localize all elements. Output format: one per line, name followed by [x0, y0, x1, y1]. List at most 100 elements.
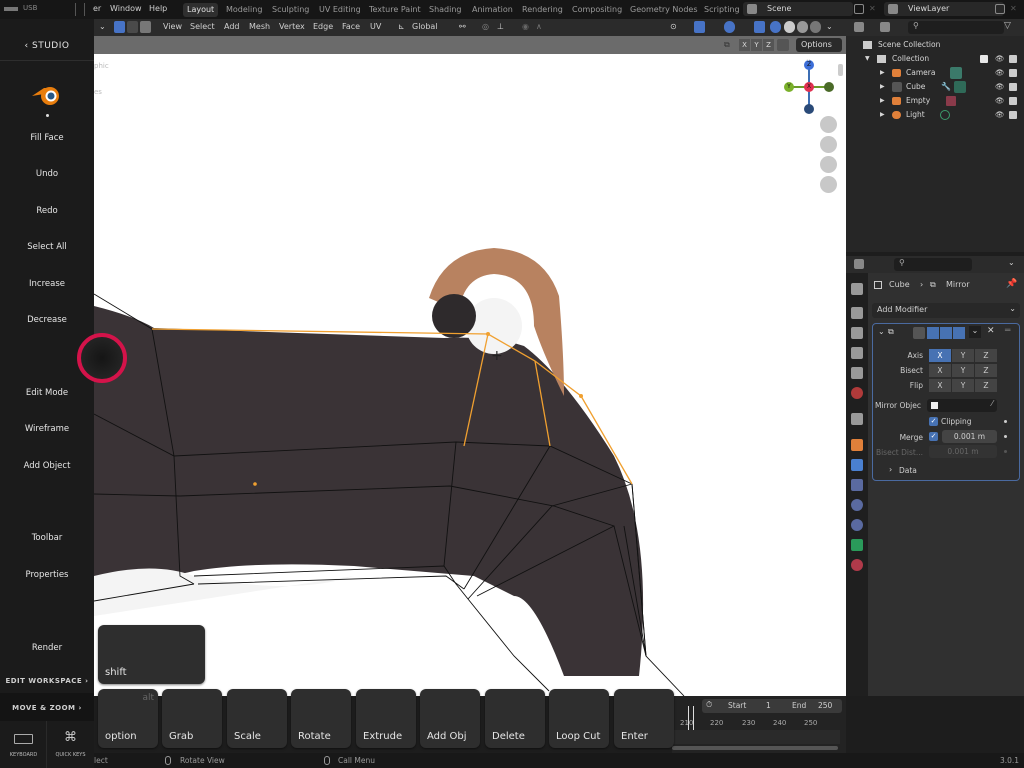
enter-key[interactable]: Enter [614, 689, 674, 748]
expand-arrow-icon[interactable]: ▼ [865, 52, 870, 66]
camera-render-icon[interactable] [1009, 69, 1017, 77]
bisect-y-toggle[interactable]: Y [952, 364, 974, 377]
add-modifier-dropdown[interactable]: Add Modifier ⌄ [872, 303, 1020, 318]
data-subpanel-label[interactable]: Data [899, 466, 917, 475]
delete-key[interactable]: Delete [485, 689, 545, 748]
camera-data-icon[interactable] [950, 67, 962, 79]
shift-key[interactable]: shift [98, 625, 205, 684]
light-data-icon[interactable] [940, 110, 950, 120]
menu-edit-partial[interactable]: er [93, 4, 101, 13]
scene-selector[interactable]: Scene [743, 2, 853, 16]
gizmo-neg-y[interactable] [824, 82, 834, 92]
transform-orientation-dropdown[interactable]: Global [412, 22, 438, 31]
scene-tab-icon[interactable] [851, 367, 863, 379]
eye-icon[interactable]: 👁 [995, 108, 1005, 122]
shading-options-chevron[interactable]: ⌄ [826, 22, 833, 31]
pivot-icon[interactable]: ⚯ [459, 22, 466, 31]
delete-scene-icon[interactable]: ✕ [869, 4, 876, 13]
eye-icon[interactable]: 👁 [995, 66, 1005, 80]
flip-z-toggle[interactable]: Z [975, 379, 997, 392]
viewport-scrollbar[interactable] [838, 64, 843, 76]
options-dropdown[interactable]: Options ⌄ [796, 38, 842, 63]
eye-icon[interactable]: 👁 [995, 80, 1005, 94]
merge-distance-input[interactable]: 0.001 m [942, 430, 997, 443]
tab-layout[interactable]: Layout [183, 3, 219, 17]
edit-mode-cage-toggle[interactable] [913, 327, 925, 339]
timeline[interactable]: ⏱ Start 1 End 250 210 220 230 240 250 [672, 696, 846, 753]
studio-decrease[interactable]: Decrease [0, 315, 94, 325]
modifier-menu-chevron[interactable]: ⌄ [969, 326, 981, 338]
axis-z-toggle[interactable]: Z [975, 349, 997, 362]
collapse-chevron-icon[interactable]: ⌄ [878, 327, 885, 336]
menu-window[interactable]: Window [110, 4, 142, 13]
eyedropper-icon[interactable]: ⁄ [992, 399, 993, 408]
data-tab-icon[interactable] [851, 539, 863, 551]
drag-handle-icon[interactable]: ═ [1005, 326, 1010, 336]
proportional-edit-icon[interactable]: ◉ [522, 22, 529, 31]
camera-render-icon[interactable] [1009, 111, 1017, 119]
material-shading[interactable] [797, 21, 808, 33]
outliner-search-input[interactable]: ⚲ [908, 21, 1004, 34]
studio-edit-mode[interactable]: Edit Mode [0, 388, 94, 398]
image-data-icon[interactable] [946, 96, 956, 106]
start-frame-input[interactable]: 1 [766, 701, 771, 710]
gizmo-x[interactable]: X [804, 82, 814, 92]
vertex-select-button[interactable] [114, 21, 125, 33]
menu-face[interactable]: Face [342, 22, 360, 31]
bisect-distance-input[interactable]: 0.001 m [929, 445, 997, 458]
menu-help[interactable]: Help [149, 4, 167, 13]
axis-x-toggle[interactable]: X [929, 349, 951, 362]
tab-compositing[interactable]: Compositing [568, 3, 626, 17]
gizmo-neg-z[interactable] [804, 104, 814, 114]
collection-row[interactable]: ▼ Collection 👁 [846, 52, 1024, 66]
zoom-icon[interactable] [820, 116, 837, 133]
editor-type-icon[interactable] [854, 22, 864, 32]
camera-render-icon[interactable] [1009, 83, 1017, 91]
tab-modeling[interactable]: Modeling [222, 3, 266, 17]
edge-select-button[interactable] [127, 21, 138, 33]
studio-add-object[interactable]: Add Object [0, 461, 94, 471]
add-object-key[interactable]: Add Obj [420, 689, 480, 748]
chevron-down-icon[interactable]: ⌄ [1008, 258, 1015, 267]
mode-dropdown-chevron[interactable]: ⌄ [99, 22, 106, 31]
menu-add[interactable]: Add [224, 22, 240, 31]
rendered-shading[interactable] [810, 21, 821, 33]
extrude-key[interactable]: Extrude [356, 689, 416, 748]
quick-keys-button[interactable]: ⌘ QUICK KEYS [47, 721, 94, 768]
expand-arrow-icon[interactable]: ▶ [880, 94, 885, 108]
axis-y-toggle[interactable]: Y [952, 349, 974, 362]
properties-search-input[interactable]: ⚲ [894, 258, 972, 271]
tab-texture-paint[interactable]: Texture Paint [365, 3, 425, 17]
xray-toggle[interactable] [754, 21, 765, 33]
menu-vertex[interactable]: Vertex [279, 22, 305, 31]
menu-select[interactable]: Select [190, 22, 215, 31]
clipping-checkbox[interactable]: ✓ [929, 417, 938, 426]
playhead-marker[interactable] [688, 706, 694, 732]
pan-hand-icon[interactable] [820, 136, 837, 153]
camera-view-icon[interactable] [820, 156, 837, 173]
collection-checkbox[interactable] [980, 55, 988, 63]
tab-shading[interactable]: Shading [425, 3, 466, 17]
object-tab-icon[interactable] [851, 439, 863, 451]
flip-x-toggle[interactable]: X [929, 379, 951, 392]
remove-modifier-icon[interactable]: ✕ [987, 326, 995, 336]
data-subpanel-chevron-icon[interactable]: › [889, 465, 892, 474]
studio-select-all[interactable]: Select All [0, 242, 94, 252]
mirror-z-toggle[interactable]: Z [763, 39, 774, 51]
wireframe-shading[interactable] [770, 21, 781, 33]
studio-properties[interactable]: Properties [0, 570, 94, 580]
render-tab-icon[interactable] [851, 307, 863, 319]
wrench-modifier-icon[interactable]: 🔧 [941, 80, 951, 94]
tab-scripting[interactable]: Scripting [700, 3, 744, 17]
outliner-item-camera[interactable]: ▶ Camera 👁 [846, 66, 1024, 80]
new-view-layer-icon[interactable] [995, 4, 1005, 14]
editor-type-icon[interactable] [854, 259, 864, 269]
falloff-icon[interactable]: ∧ [536, 22, 542, 31]
mirror-y-toggle[interactable]: Y [751, 39, 762, 51]
outliner-item-cube[interactable]: ▶ Cube 🔧 👁 [846, 80, 1024, 94]
merge-checkbox[interactable]: ✓ [929, 432, 938, 441]
tab-rendering[interactable]: Rendering [518, 3, 567, 17]
new-scene-icon[interactable] [854, 4, 864, 14]
expand-arrow-icon[interactable]: ▶ [880, 108, 885, 122]
keyframe-dot[interactable] [1004, 435, 1007, 438]
